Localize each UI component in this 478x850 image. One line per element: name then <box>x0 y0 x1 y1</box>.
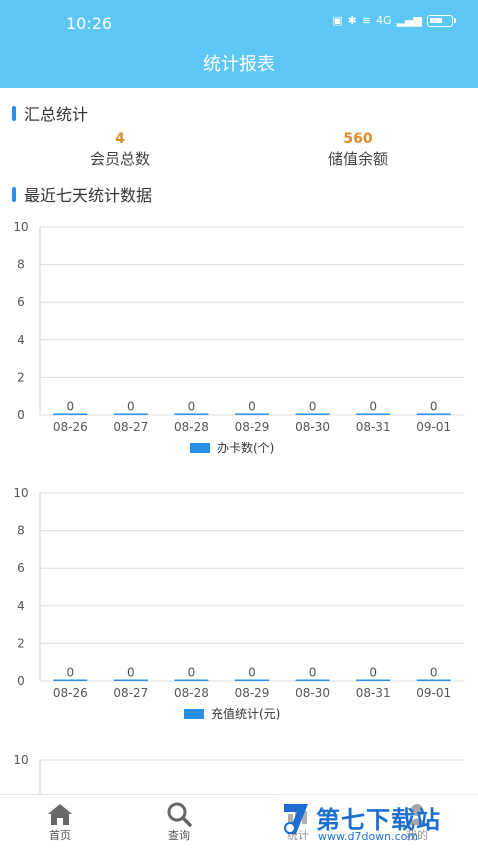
y-tick-label: 2 <box>17 370 25 384</box>
bar <box>356 679 391 681</box>
y-tick-label: 6 <box>17 561 25 575</box>
summary-stats: 4 会员总数 560 储值余额 <box>0 131 478 171</box>
nfc-icon: ▣ <box>332 14 343 27</box>
y-tick-label: 8 <box>17 524 25 538</box>
wifi-icon: ≋ <box>361 14 372 27</box>
y-tick-label: 10 <box>13 486 28 500</box>
x-tick-label: 08-30 <box>295 420 330 434</box>
data-label: 0 <box>430 400 438 414</box>
data-label: 0 <box>66 666 74 680</box>
y-tick-label: 0 <box>17 408 25 422</box>
nav-search-label: 查询 <box>168 829 190 842</box>
bar <box>113 413 148 415</box>
app-header: 10:26 ▣ ✱ ≋ 4G ▂▄▆ 统计报表 <box>0 0 478 88</box>
stored-balance-value: 560 <box>343 131 373 147</box>
x-tick-label: 08-29 <box>235 686 270 700</box>
legend-label: 办卡数(个) <box>217 440 274 455</box>
signal-icon: ▂▄▆ <box>396 14 422 27</box>
y-tick-label: 8 <box>17 258 25 272</box>
legend-label: 充值统计(元) <box>211 706 280 721</box>
x-tick-label: 08-26 <box>53 420 88 434</box>
bar <box>235 413 269 415</box>
recent-section-title: 最近七天统计数据 <box>12 182 152 206</box>
summary-section-title: 汇总统计 <box>12 101 88 125</box>
data-label: 0 <box>66 400 74 414</box>
bar <box>356 413 391 415</box>
data-label: 0 <box>309 666 317 680</box>
bar <box>416 679 451 681</box>
home-icon <box>30 801 90 827</box>
y-tick-label: 6 <box>17 295 25 309</box>
y-tick-label: 10 <box>13 753 28 767</box>
nav-home[interactable]: 首页 <box>30 801 90 843</box>
y-tick-label: 0 <box>17 674 25 688</box>
section-marker <box>12 105 16 121</box>
section-marker <box>12 186 16 202</box>
y-tick-label: 2 <box>17 636 25 650</box>
bar <box>295 679 330 681</box>
bar <box>416 413 451 415</box>
y-tick-label: 4 <box>17 333 25 347</box>
third-chart-svg: 10 <box>13 753 464 794</box>
data-label: 0 <box>430 666 438 680</box>
watermark-logo <box>284 804 308 834</box>
x-tick-label: 09-01 <box>416 686 451 700</box>
stored-balance-stat: 560 储值余额 <box>288 131 428 169</box>
data-label: 0 <box>127 400 135 414</box>
data-label: 0 <box>369 666 377 680</box>
legend-swatch <box>190 443 210 453</box>
search-icon <box>149 801 209 827</box>
member-count-label: 会员总数 <box>89 150 150 168</box>
member-count-stat: 4 会员总数 <box>50 131 190 169</box>
bottom-nav: 首页 查询 统计 我的 第七下载站 www.d7down.com <box>0 794 478 850</box>
recharge-chart: 0 2 4 6 8 10 0 08-26 0 08-27 0 08-28 0 08-29 0 08-30 0 08… <box>0 481 478 731</box>
status-time: 10:26 <box>66 14 113 33</box>
bar <box>174 413 209 415</box>
nav-search[interactable]: 查询 <box>149 801 209 843</box>
battery-icon <box>427 14 453 27</box>
x-tick-label: 08-29 <box>235 420 270 434</box>
member-count-value: 4 <box>115 131 125 147</box>
x-tick-label: 08-28 <box>174 686 209 700</box>
x-tick-label: 08-30 <box>295 686 330 700</box>
data-label: 0 <box>188 666 196 680</box>
bluetooth-icon: ✱ <box>347 14 357 27</box>
bar <box>113 679 148 681</box>
stored-balance-label: 储值余额 <box>327 150 388 168</box>
data-label: 0 <box>127 666 135 680</box>
x-tick-label: 09-01 <box>416 420 451 434</box>
recharge-chart-svg: 0 2 4 6 8 10 0 08-26 0 08-27 0 08-28 0 08-29 0 08-30 0 08… <box>13 486 464 721</box>
x-tick-label: 08-27 <box>113 420 148 434</box>
bar <box>174 679 209 681</box>
y-tick-label: 10 <box>13 220 28 234</box>
y-tick-label: 4 <box>17 599 25 613</box>
nav-home-label: 首页 <box>49 829 71 842</box>
bar <box>235 679 269 681</box>
data-label: 0 <box>248 666 256 680</box>
watermark: 第七下载站 www.d7down.com <box>278 794 478 850</box>
x-tick-label: 08-31 <box>356 686 391 700</box>
x-tick-label: 08-27 <box>113 686 148 700</box>
card-count-chart-svg: 0 2 4 6 8 10 0 08-26 0 08-27 0 08-28 0 08-29 0 08-30 0 08… <box>13 220 464 455</box>
x-tick-label: 08-28 <box>174 420 209 434</box>
card-count-chart: 0 2 4 6 8 10 0 08-26 0 08-27 0 08-28 0 08-29 0 08-30 0 08… <box>0 215 478 465</box>
bar <box>53 413 88 415</box>
watermark-url: www.d7down.com <box>318 830 419 843</box>
data-label: 0 <box>309 400 317 414</box>
bar <box>53 679 88 681</box>
status-icons: ▣ ✱ ≋ 4G ▂▄▆ <box>332 14 456 27</box>
x-tick-label: 08-26 <box>53 686 88 700</box>
bar <box>295 413 330 415</box>
legend-swatch <box>184 709 204 719</box>
x-tick-label: 08-31 <box>356 420 391 434</box>
data-label: 0 <box>369 400 377 414</box>
data-label: 0 <box>188 400 196 414</box>
network-type: 4G <box>376 14 392 27</box>
third-chart: 10 <box>0 748 478 794</box>
page-title: 统计报表 <box>203 54 275 75</box>
data-label: 0 <box>248 400 256 414</box>
